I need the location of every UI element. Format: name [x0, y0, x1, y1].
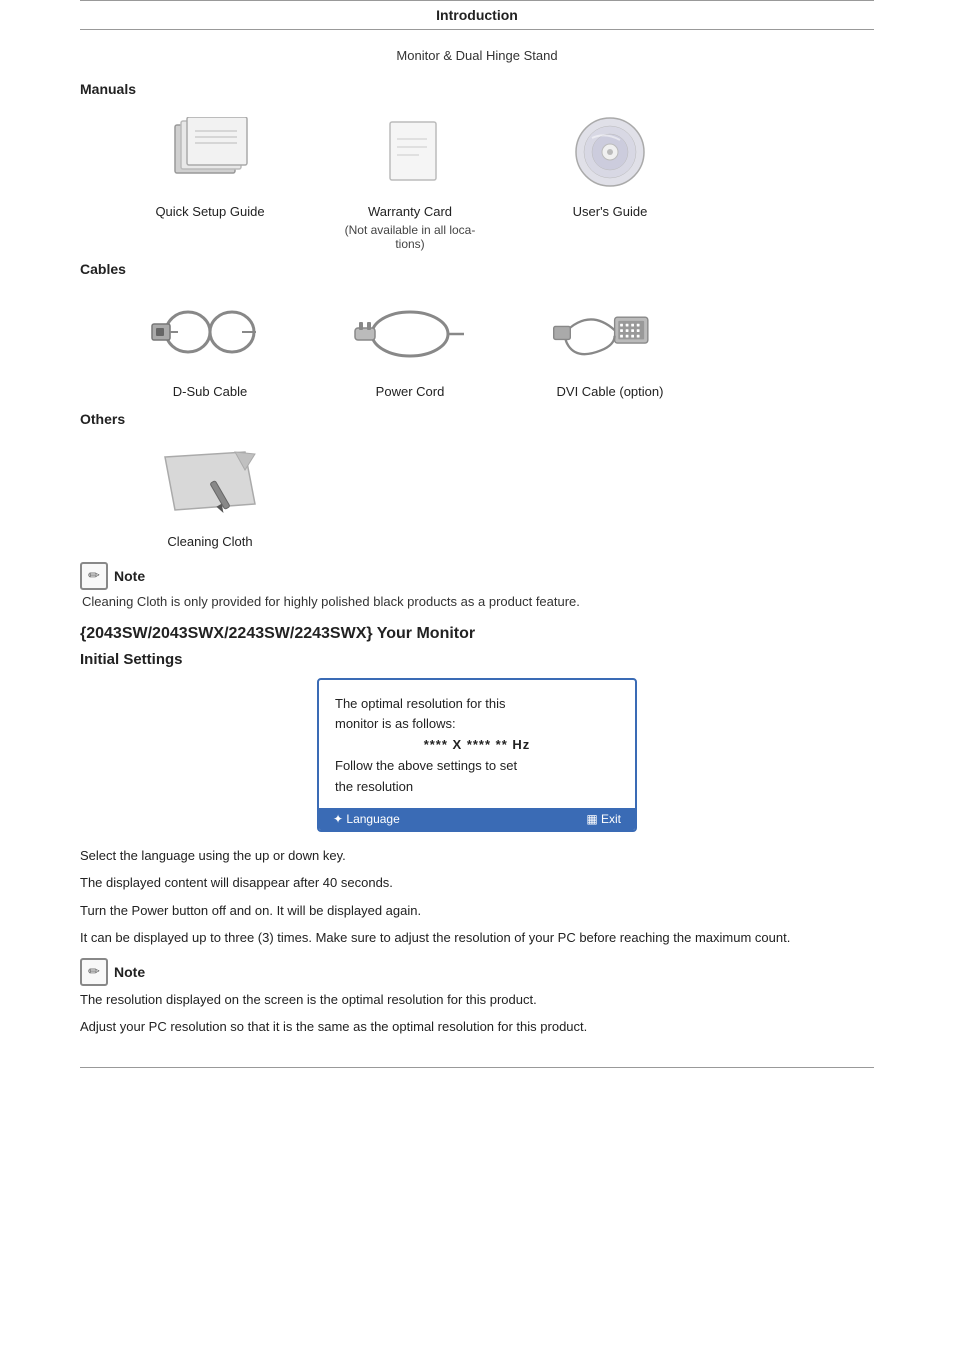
users-guide-label: User's Guide [573, 203, 648, 221]
note2-text-1: The resolution displayed on the screen i… [80, 990, 874, 1010]
cleaning-cloth-label: Cleaning Cloth [167, 533, 252, 551]
dialog-language-btn[interactable]: ✦ Language [333, 812, 400, 826]
cables-section-label: Cables [80, 261, 874, 277]
item-cleaning-cloth: Cleaning Cloth [110, 437, 310, 551]
d-sub-cable-label: D-Sub Cable [173, 383, 247, 401]
quick-setup-guide-label: Quick Setup Guide [155, 203, 264, 221]
note1-label: Note [114, 568, 145, 584]
users-guide-icon [550, 107, 670, 197]
dvi-cable-icon [550, 287, 670, 377]
cables-row: D-Sub Cable Power Cord [110, 287, 874, 401]
initial-settings-heading: Initial Settings [80, 651, 874, 668]
manuals-section-label: Manuals [80, 81, 874, 97]
power-cord-icon [350, 287, 470, 377]
initial-settings-dialog: The optimal resolution for this monitor … [317, 678, 637, 832]
note2-text-2: Adjust your PC resolution so that it is … [80, 1017, 874, 1037]
item-power-cord: Power Cord [310, 287, 510, 401]
monitor-title: Monitor & Dual Hinge Stand [80, 48, 874, 63]
cleaning-cloth-icon [150, 437, 270, 527]
your-monitor-heading: {2043SW/2043SWX/2243SW/2243SWX} Your Mon… [80, 625, 874, 643]
item-warranty-card: Warranty Card (Not available in all loca… [310, 107, 510, 251]
page-footer [80, 1067, 874, 1072]
note2-label: Note [114, 964, 145, 980]
instruction-3: Turn the Power button off and on. It wil… [80, 901, 874, 921]
dvi-cable-label: DVI Cable (option) [557, 383, 664, 401]
item-d-sub-cable: D-Sub Cable [110, 287, 310, 401]
dialog-line1: The optimal resolution for this [335, 694, 619, 715]
warranty-card-icon [350, 107, 470, 197]
note1-text: Cleaning Cloth is only provided for high… [82, 594, 874, 609]
instruction-2: The displayed content will disappear aft… [80, 873, 874, 893]
power-cord-label: Power Cord [376, 383, 445, 401]
warranty-card-sublabel: (Not available in all loca-tions) [345, 223, 476, 251]
note1-box: ✏ Note [80, 562, 874, 590]
note2-icon: ✏ [80, 958, 108, 986]
d-sub-cable-icon [150, 287, 270, 377]
item-dvi-cable: DVI Cable (option) [510, 287, 710, 401]
dialog-line5: the resolution [335, 777, 619, 798]
page-header: Introduction [80, 0, 874, 30]
instruction-4: It can be displayed up to three (3) time… [80, 928, 874, 948]
item-quick-setup-guide: Quick Setup Guide [110, 107, 310, 221]
dialog-footer: ✦ Language ▦ Exit [319, 808, 635, 830]
manuals-row: Quick Setup Guide Warranty Card (Not ava… [110, 107, 874, 251]
page-title: Introduction [436, 7, 518, 23]
others-row: Cleaning Cloth [110, 437, 874, 551]
dialog-line4: Follow the above settings to set [335, 756, 619, 777]
quick-setup-guide-icon [150, 107, 270, 197]
instruction-1: Select the language using the up or down… [80, 846, 874, 866]
dialog-content: The optimal resolution for this monitor … [319, 680, 635, 808]
dialog-line3: **** X **** ** Hz [335, 735, 619, 756]
note1-icon: ✏ [80, 562, 108, 590]
dialog-line2: monitor is as follows: [335, 714, 619, 735]
others-section-label: Others [80, 411, 874, 427]
dialog-exit-btn[interactable]: ▦ Exit [586, 812, 621, 826]
warranty-card-label: Warranty Card [368, 203, 452, 221]
note2-box: ✏ Note [80, 958, 874, 986]
item-users-guide: User's Guide [510, 107, 710, 221]
